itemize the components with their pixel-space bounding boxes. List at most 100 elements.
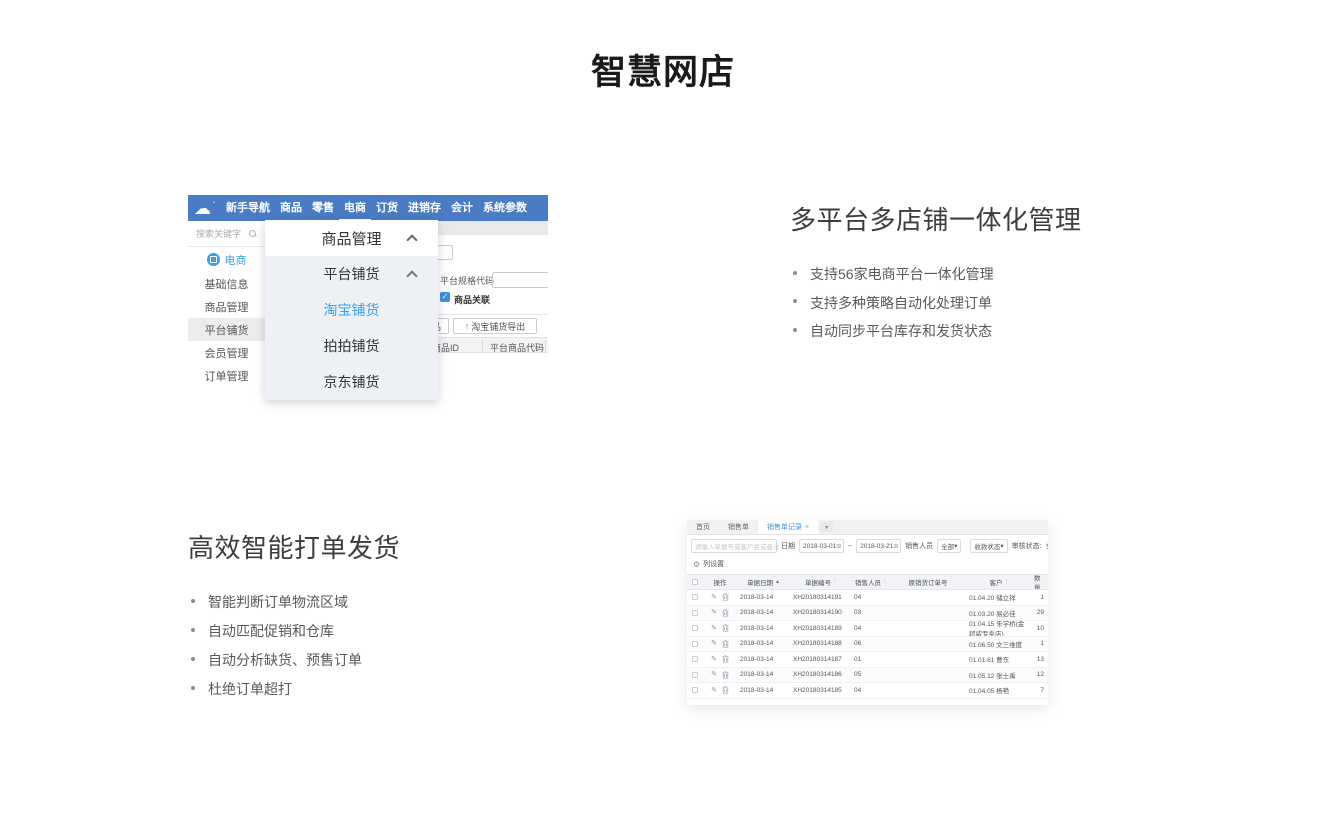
sidebar-item-ecommerce[interactable]: 电商 — [188, 247, 265, 272]
cell-docno: XH20180314189 — [790, 621, 851, 636]
nav-item-retail[interactable]: 零售 — [307, 195, 339, 221]
date-from-input[interactable]: 2018-03-01 ⊞ — [799, 539, 844, 553]
feature-multiplatform: 多平台多店铺一体化管理 支持56家电商平台一体化管理 支持多种策略自动化处理订单… — [790, 200, 1082, 346]
header-qty[interactable]: 数量 — [1031, 575, 1048, 589]
sidebar-item-goods-mgmt[interactable]: 商品管理 — [188, 295, 265, 318]
nav-item-ordering[interactable]: 订货 — [371, 195, 403, 221]
audit-status-value[interactable]: 全部 — [1046, 541, 1048, 551]
nav-item-accounting[interactable]: 会计 — [446, 195, 478, 221]
delete-icon[interactable] — [722, 593, 729, 601]
cell-origin-order — [890, 668, 966, 683]
delete-icon[interactable] — [722, 655, 729, 663]
column-settings[interactable]: ⚙ 列设置 — [687, 553, 1048, 569]
cell-customer: 01.04.20 储立祥 — [966, 590, 1031, 605]
bullet-item: 自动同步平台库存和发货状态 — [790, 317, 1082, 346]
header-customer[interactable]: 客户↑ — [966, 575, 1031, 589]
bullet-dot — [191, 657, 195, 661]
menu-item-platform-listing[interactable]: 平台铺货 — [265, 256, 438, 292]
admin-sidebar: 搜索关键字 电商 基础信息 商品管理 平台铺货 会员管理 订单管理 — [188, 221, 265, 385]
cell-docno: XH20180314185 — [790, 683, 851, 698]
table-row[interactable]: ✎2018-03-14XH201803141890401.04.15 朱学桥(金… — [687, 621, 1048, 637]
table-row[interactable]: ✎2018-03-14XH201803141870101.01.61 曹东13 — [687, 652, 1048, 668]
delete-icon[interactable] — [722, 640, 729, 648]
menu-item-taobao[interactable]: 淘宝铺货 — [265, 292, 438, 328]
table-row[interactable]: ✎2018-03-14XH201803141880601.06.50 文三维度1 — [687, 637, 1048, 653]
menu-item-paipai[interactable]: 拍拍铺货 — [265, 328, 438, 364]
row-checkbox[interactable] — [687, 606, 703, 621]
row-checkbox[interactable] — [687, 621, 703, 636]
dropdown-menu: 商品管理 平台铺货 淘宝铺货 拍拍铺货 京东铺货 — [265, 220, 438, 400]
page-title: 智慧网店 — [0, 44, 1326, 95]
sales-table-body: ✎2018-03-14XH201803141910401.04.20 储立祥1✎… — [687, 590, 1048, 699]
ecommerce-icon — [207, 253, 220, 266]
cell-docno: XH20180314188 — [790, 637, 851, 652]
sidebar-item-platform-listing[interactable]: 平台铺货 — [188, 318, 265, 341]
table-row[interactable]: ✎2018-03-14XH201803141850401.04.05 杨艳7 — [687, 683, 1048, 699]
audit-status-label: 审核状态: — [1012, 541, 1042, 551]
sidebar-item-basic-info[interactable]: 基础信息 — [188, 272, 265, 295]
spec-code-input[interactable] — [492, 272, 548, 288]
tab-sales-record[interactable]: 销售单记录 × — [758, 520, 818, 534]
select-all-checkbox[interactable] — [687, 575, 703, 589]
header-actions[interactable]: 操作 — [703, 575, 737, 589]
cell-date: 2018-03-14 — [737, 668, 790, 683]
header-date[interactable]: 单据日期▲ — [737, 575, 790, 589]
col-platform-code: 平台商品代码 — [490, 341, 544, 354]
menu-item-jd[interactable]: 京东铺货 — [265, 364, 438, 400]
search-input[interactable]: 请输入单据号或客户名或备注 — [691, 539, 777, 553]
edit-icon[interactable]: ✎ — [711, 640, 717, 647]
header-salesperson[interactable]: 销售人员↑ — [851, 575, 890, 589]
row-checkbox[interactable] — [687, 637, 703, 652]
sidebar-item-member-mgmt[interactable]: 会员管理 — [188, 341, 265, 364]
goods-link-checkbox[interactable]: ✓ — [440, 292, 450, 302]
taobao-export-button[interactable]: ↑ 淘宝铺货导出 — [453, 318, 537, 334]
cell-qty: 10 — [1031, 621, 1048, 636]
delete-icon[interactable] — [722, 671, 729, 679]
nav-item-system[interactable]: 系统参数 — [478, 195, 532, 221]
payment-status-select[interactable]: 收款状态 ▾ — [970, 539, 1007, 553]
close-icon[interactable]: × — [805, 524, 809, 531]
header-origin-order[interactable]: 原销货订单号 — [890, 575, 966, 589]
table-row[interactable]: ✎2018-03-14XH201803141900301.03.20 易必佳29 — [687, 606, 1048, 622]
edit-icon[interactable]: ✎ — [711, 656, 717, 663]
nav-item-newbie[interactable]: 新手导航 — [221, 195, 275, 221]
row-checkbox[interactable] — [687, 683, 703, 698]
row-checkbox[interactable] — [687, 590, 703, 605]
row-checkbox[interactable] — [687, 668, 703, 683]
cell-qty: 29 — [1031, 606, 1048, 621]
table-row[interactable]: ✎2018-03-14XH201803141910401.04.20 储立祥1 — [687, 590, 1048, 606]
date-label: 日期 — [781, 541, 795, 551]
table-row[interactable]: ✎2018-03-14XH201803141860501.05.12 张士禹12 — [687, 668, 1048, 684]
tab-sales-order[interactable]: 销售单 — [719, 520, 758, 534]
tab-home[interactable]: 首页 — [687, 520, 719, 534]
edit-icon[interactable]: ✎ — [711, 671, 717, 678]
row-actions: ✎ — [703, 621, 737, 636]
divider — [482, 340, 483, 352]
cell-salesperson: 04 — [851, 621, 890, 636]
edit-icon[interactable]: ✎ — [711, 609, 717, 616]
edit-icon[interactable]: ✎ — [711, 594, 717, 601]
edit-icon[interactable]: ✎ — [711, 625, 717, 632]
date-to-input[interactable]: 2018-03-21 ⊞ — [856, 539, 901, 553]
cell-customer: 01.06.50 文三维度 — [966, 637, 1031, 652]
delete-icon[interactable] — [722, 609, 729, 617]
delete-icon[interactable] — [722, 686, 729, 694]
sort-icon: ↑ — [1005, 579, 1008, 585]
salesperson-select[interactable]: 全部 ▾ — [937, 539, 961, 553]
nav-item-goods[interactable]: 商品 — [275, 195, 307, 221]
nav-item-inventory[interactable]: 进销存 — [403, 195, 446, 221]
bullet-dot — [793, 299, 797, 303]
edit-icon[interactable]: ✎ — [711, 687, 717, 694]
menu-item-goods-mgmt[interactable]: 商品管理 — [265, 220, 438, 256]
cell-qty: 12 — [1031, 668, 1048, 683]
row-checkbox[interactable] — [687, 652, 703, 667]
cell-salesperson: 04 — [851, 683, 890, 698]
nav-item-ecommerce[interactable]: 电商 — [339, 195, 371, 221]
feature-smart-shipping: 高效智能打单发货 智能判断订单物流区域 自动匹配促销和仓库 自动分析缺货、预售订… — [188, 528, 400, 704]
header-docno[interactable]: 单据编号↑ — [790, 575, 851, 589]
sidebar-search[interactable]: 搜索关键字 — [188, 221, 265, 247]
sidebar-item-order-mgmt[interactable]: 订单管理 — [188, 364, 265, 387]
delete-icon[interactable] — [722, 624, 729, 632]
tab-dropdown-button[interactable]: ▾ — [820, 522, 833, 532]
cell-origin-order — [890, 621, 966, 636]
